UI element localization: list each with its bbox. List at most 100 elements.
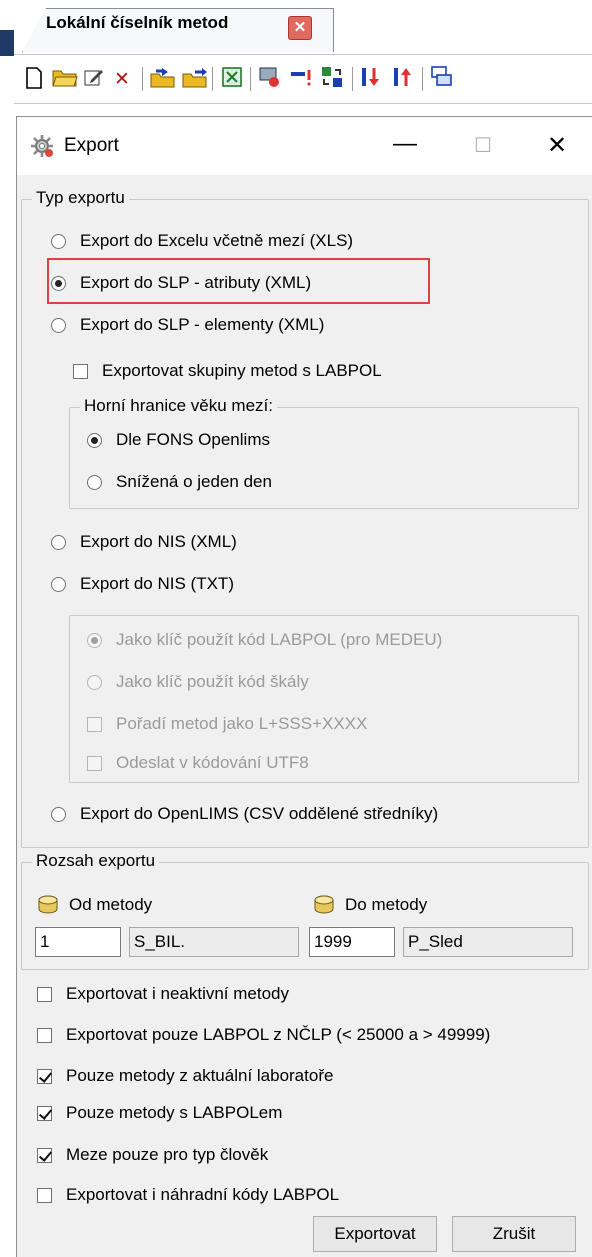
checkbox-indicator[interactable] — [37, 1147, 52, 1163]
checkbox-with-labpol[interactable]: Pouze metody s LABPOLem — [37, 1100, 282, 1126]
checkbox-label: Exportovat skupiny metod s LABPOL — [102, 361, 382, 380]
radio-indicator[interactable] — [51, 576, 66, 592]
to-method-label: Do metody — [345, 895, 428, 914]
checkbox-indicator[interactable] — [37, 1105, 52, 1121]
radio-indicator[interactable] — [51, 275, 66, 291]
checkbox-utf8[interactable]: Odeslat v kódování UTF8 — [87, 750, 309, 776]
checkbox-indicator[interactable] — [87, 716, 102, 732]
checkbox-alt-codes[interactable]: Exportovat i náhradní kódy LABPOL — [37, 1182, 339, 1208]
radio-indicator[interactable] — [87, 632, 102, 648]
toolbar-separator — [250, 67, 251, 91]
toolbar-separator — [142, 67, 143, 91]
dialog-title: Export — [64, 135, 119, 156]
maximize-button[interactable]: ☐ — [465, 129, 501, 163]
radio-indicator[interactable] — [51, 233, 66, 249]
radio-indicator[interactable] — [87, 674, 102, 690]
checkbox-indicator[interactable] — [73, 363, 88, 379]
checkbox-label: Odeslat v kódování UTF8 — [116, 753, 309, 772]
new-icon[interactable] — [22, 66, 46, 92]
radio-label: Jako klíč použít kód škály — [116, 672, 309, 691]
radio-label: Export do SLP - elementy (XML) — [80, 315, 325, 334]
radio-indicator[interactable] — [51, 317, 66, 333]
checkbox-label: Pouze metody s LABPOLem — [66, 1103, 283, 1122]
toolbar: ✕ — [14, 54, 592, 104]
checkbox-indicator[interactable] — [37, 1068, 52, 1084]
checkbox-indicator[interactable] — [37, 1027, 52, 1043]
radio-export-slp-attributes[interactable]: Export do SLP - atributy (XML) — [51, 270, 311, 296]
export-type-legend: Typ exportu — [32, 188, 129, 208]
export-dialog: Export — ☐ ✕ Typ exportu Export do Excel… — [16, 116, 592, 1257]
radio-indicator[interactable] — [51, 534, 66, 550]
database-icon — [313, 895, 335, 915]
sort-down-icon[interactable] — [360, 66, 384, 92]
radio-indicator[interactable] — [87, 474, 102, 490]
from-method-name-field: S_BIL. — [129, 927, 299, 957]
radio-label: Export do OpenLIMS (CSV oddělené střední… — [80, 804, 439, 823]
from-method-label: Od metody — [69, 895, 153, 914]
radio-label: Jako klíč použít kód LABPOL (pro MEDEU) — [116, 630, 443, 649]
cancel-button[interactable]: Zrušit — [452, 1216, 576, 1252]
gear-icon — [29, 133, 55, 159]
delete-icon[interactable]: ✕ — [110, 66, 134, 92]
age-limit-legend: Horní hranice věku mezí: — [80, 396, 277, 416]
radio-export-openlims[interactable]: Export do OpenLIMS (CSV oddělené střední… — [51, 801, 438, 827]
radio-export-nis-xml[interactable]: Export do NIS (XML) — [51, 529, 237, 555]
checkbox-indicator[interactable] — [37, 1187, 52, 1203]
checkbox-label: Meze pouze pro typ člověk — [66, 1145, 269, 1164]
tab-close-icon[interactable]: ✕ — [288, 16, 312, 40]
to-method-name-field: P_Sled — [403, 927, 573, 957]
radio-label: Export do NIS (XML) — [80, 532, 237, 551]
radio-label: Snížená o jeden den — [116, 472, 272, 491]
to-method-label-row: Do metody — [313, 895, 427, 915]
checkbox-label: Exportovat i neaktivní metody — [66, 984, 290, 1003]
checkbox-label: Pouze metody z aktuální laboratoře — [66, 1066, 334, 1085]
filter-icon[interactable] — [290, 66, 314, 92]
radio-export-xls[interactable]: Export do Excelu včetně mezí (XLS) — [51, 228, 353, 254]
edit-icon[interactable] — [82, 66, 106, 92]
radio-export-slp-elements[interactable]: Export do SLP - elementy (XML) — [51, 312, 324, 338]
from-method-code-input[interactable]: 1 — [35, 927, 121, 957]
tools-icon[interactable] — [258, 66, 282, 92]
application-window: Lokální číselník metod ✕ ✕ Export — ☐ ✕ … — [0, 0, 592, 1257]
radio-label: Export do SLP - atributy (XML) — [80, 273, 312, 292]
checkbox-label: Exportovat pouze LABPOL z NČLP (< 25000 … — [66, 1025, 491, 1044]
radio-export-nis-txt[interactable]: Export do NIS (TXT) — [51, 571, 234, 597]
tab-strip: Lokální číselník metod ✕ — [0, 0, 592, 56]
radio-key-labpol[interactable]: Jako klíč použít kód LABPOL (pro MEDEU) — [87, 627, 442, 653]
checkbox-labpol-only[interactable]: Exportovat pouze LABPOL z NČLP (< 25000 … — [37, 1022, 490, 1048]
sort-up-icon[interactable] — [392, 66, 416, 92]
minimize-button[interactable]: — — [387, 129, 423, 163]
swap-icon[interactable] — [320, 66, 344, 92]
window-edge-marker — [0, 30, 14, 56]
radio-age-fons[interactable]: Dle FONS Openlims — [87, 427, 270, 453]
radio-label: Export do NIS (TXT) — [80, 574, 234, 593]
dialog-title-bar: Export — ☐ ✕ — [17, 117, 592, 175]
checkbox-inactive-methods[interactable]: Exportovat i neaktivní metody — [37, 981, 289, 1007]
radio-key-scale[interactable]: Jako klíč použít kód škály — [87, 669, 309, 695]
checkbox-label: Pořadí metod jako L+SSS+XXXX — [116, 714, 368, 733]
checkbox-indicator[interactable] — [37, 986, 52, 1002]
windows-icon[interactable] — [430, 66, 454, 92]
checkbox-current-lab[interactable]: Pouze metody z aktuální laboratoře — [37, 1063, 333, 1089]
toolbar-separator — [212, 67, 213, 91]
checkbox-label: Exportovat i náhradní kódy LABPOL — [66, 1185, 340, 1204]
checkbox-method-order[interactable]: Pořadí metod jako L+SSS+XXXX — [87, 711, 367, 737]
radio-age-minus-day[interactable]: Snížená o jeden den — [87, 469, 272, 495]
import-icon[interactable] — [150, 66, 175, 92]
from-method-label-row: Od metody — [37, 895, 152, 915]
excel-icon[interactable] — [220, 66, 244, 92]
radio-indicator[interactable] — [87, 432, 102, 448]
database-icon — [37, 895, 59, 915]
radio-indicator[interactable] — [51, 806, 66, 822]
checkbox-indicator[interactable] — [87, 755, 102, 771]
radio-label: Export do Excelu včetně mezí (XLS) — [80, 231, 354, 250]
export-icon[interactable] — [182, 66, 207, 92]
to-method-code-input[interactable]: 1999 — [309, 927, 395, 957]
checkbox-human-only[interactable]: Meze pouze pro typ člověk — [37, 1142, 268, 1168]
open-folder-icon[interactable] — [52, 66, 78, 92]
export-range-legend: Rozsah exportu — [32, 851, 160, 871]
close-button[interactable]: ✕ — [539, 129, 575, 163]
export-button[interactable]: Exportovat — [313, 1216, 437, 1252]
checkbox-export-groups-labpol[interactable]: Exportovat skupiny metod s LABPOL — [73, 358, 382, 384]
tab-label: Lokální číselník metod — [46, 13, 229, 32]
